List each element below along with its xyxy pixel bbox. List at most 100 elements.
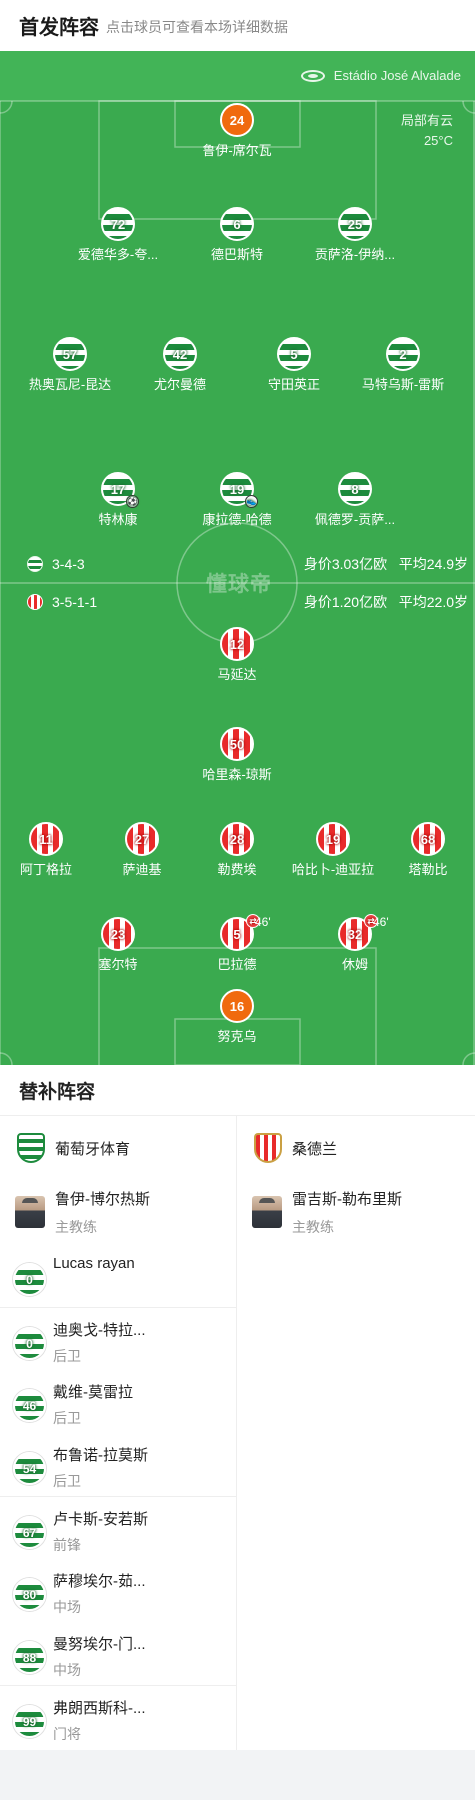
- away-subs-column: 桑德兰 雷吉斯-勒布里斯 主教练: [237, 1116, 474, 1244]
- player-marker[interactable]: 2 马特乌斯-雷斯: [348, 337, 458, 393]
- player-name: 守田英正: [267, 377, 320, 392]
- substitution-minute: 46': [255, 915, 271, 929]
- player-marker[interactable]: 16 努克乌: [182, 989, 292, 1045]
- player-name: 尤尔曼德: [153, 377, 206, 392]
- player-marker[interactable]: 25 贡萨洛-伊纳...: [300, 207, 410, 263]
- sub-player-name: 萨穆埃尔-茹...: [53, 1573, 146, 1590]
- shirt-icon: 23: [101, 917, 135, 951]
- shirt-icon: 0: [13, 1327, 46, 1360]
- shirt-number: 68: [420, 831, 436, 847]
- shirt-icon: 32 ⇄: [338, 914, 378, 951]
- coach-avatar: [15, 1196, 45, 1228]
- away-coach-role: 主教练: [292, 1219, 334, 1235]
- sub-player-row[interactable]: 99 弗朗西斯科-... 门将: [0, 1685, 236, 1748]
- away-formation-row: 3-5-1-1 身价1.20亿欧 平均22.0岁: [0, 591, 475, 613]
- shirt-icon: 27: [125, 822, 159, 856]
- player-name: 热奥瓦尼-昆达: [28, 377, 112, 392]
- player-marker[interactable]: 19 👟 康拉德-哈德: [182, 472, 292, 528]
- sub-player-name: 卢卡斯-安若斯: [53, 1511, 148, 1528]
- sub-player-row[interactable]: 54 布鲁诺-拉莫斯 后卫: [0, 1433, 236, 1496]
- player-name: 勒费埃: [217, 862, 257, 877]
- player-marker[interactable]: 8 佩德罗-贡萨...: [300, 472, 410, 528]
- home-team-name: 葡萄牙体育: [55, 1140, 131, 1158]
- player-marker[interactable]: 5 守田英正: [239, 337, 349, 393]
- shirt-icon: 25: [338, 207, 372, 241]
- player-marker[interactable]: 12 马延达: [182, 627, 292, 683]
- stadium-icon: [300, 69, 325, 82]
- sub-player-row[interactable]: 88 曼努埃尔-门... 中场: [0, 1622, 236, 1685]
- shirt-icon: 80: [13, 1578, 46, 1611]
- shirt-number: 2: [399, 346, 407, 362]
- shirt-icon: 19 👟: [220, 472, 258, 508]
- shirt-number: 5: [290, 346, 298, 362]
- assist-boot-icon: 👟: [245, 495, 258, 508]
- shirt-number: 50: [229, 736, 245, 752]
- player-marker[interactable]: 23 塞尔特: [63, 917, 173, 973]
- shirt-icon: 50: [220, 727, 254, 761]
- shirt-icon: 11: [29, 822, 63, 856]
- shirt-number: 72: [110, 216, 126, 232]
- shirt-number: 32: [347, 926, 363, 942]
- shirt-number: 11: [39, 831, 53, 847]
- lineup-title: 首发阵容: [19, 17, 99, 39]
- temperature-text: 25°C: [423, 133, 453, 148]
- shirt-icon: 6: [220, 207, 254, 241]
- sub-player-row[interactable]: 80 萨穆埃尔-茹... 中场: [0, 1559, 236, 1622]
- home-coach-name: 鲁伊-博尔热斯: [55, 1191, 150, 1208]
- sub-player-position: 中场: [53, 1599, 81, 1615]
- player-marker[interactable]: 50 哈里森-琼斯: [182, 727, 292, 783]
- shirt-number: 27: [134, 831, 150, 847]
- home-team-header[interactable]: 葡萄牙体育: [0, 1116, 236, 1180]
- away-formation: 3-5-1-1: [52, 594, 98, 610]
- sub-player-position: 后卫: [53, 1473, 81, 1489]
- home-coach[interactable]: 鲁伊-博尔热斯 主教练: [0, 1180, 236, 1244]
- shirt-icon: 0: [13, 1263, 46, 1296]
- shirt-number: 17: [110, 481, 126, 497]
- sub-player-row[interactable]: 0 迪奥戈-特拉... 后卫: [0, 1307, 236, 1370]
- shirt-icon: 72: [101, 207, 135, 241]
- away-coach[interactable]: 雷吉斯-勒布里斯 主教练: [237, 1180, 474, 1244]
- shirt-number: 12: [229, 636, 245, 652]
- home-formation-row: 3-4-3 身价3.03亿欧 平均24.9岁: [0, 553, 475, 575]
- shirt-icon: 16: [220, 989, 254, 1023]
- player-name: 德巴斯特: [210, 247, 263, 262]
- substitutes-section: 替补阵容 葡萄牙体育 鲁伊-博尔热斯 主教练 0 Lucas rayan 0 迪奥戈-…: [0, 1065, 475, 1750]
- sub-player-row[interactable]: 0 Lucas rayan: [0, 1244, 236, 1307]
- weather-text: 局部有云: [400, 113, 453, 128]
- away-team-name: 桑德兰: [292, 1140, 338, 1158]
- sub-player-row[interactable]: 67 卢卡斯-安若斯 前锋: [0, 1496, 236, 1559]
- shirt-number: 19: [325, 831, 341, 847]
- shirt-icon: 67: [13, 1516, 46, 1549]
- shirt-number: 80: [22, 1587, 37, 1602]
- player-marker[interactable]: 32 ⇄ 46' 休姆: [300, 914, 410, 973]
- player-marker[interactable]: 6 德巴斯特: [182, 207, 292, 263]
- player-name: 塔勒比: [408, 862, 448, 877]
- away-team-header[interactable]: 桑德兰: [237, 1116, 474, 1180]
- player-marker[interactable]: 28 勒费埃: [182, 822, 292, 878]
- shirt-icon: 88: [13, 1641, 46, 1674]
- sub-player-row[interactable]: 46 戴维-莫雷拉 后卫: [0, 1370, 236, 1433]
- player-marker[interactable]: 27 萨迪基: [87, 822, 197, 878]
- sub-player-name: 戴维-莫雷拉: [53, 1384, 133, 1401]
- player-marker[interactable]: 42 尤尔曼德: [125, 337, 235, 393]
- player-name: 马延达: [217, 667, 257, 682]
- player-marker[interactable]: 19 哈比卜-迪亚拉: [278, 822, 388, 878]
- sub-player-position: 后卫: [53, 1410, 81, 1426]
- sub-player-position: 后卫: [53, 1348, 81, 1364]
- player-marker[interactable]: 57 热奥瓦尼-昆达: [15, 337, 125, 393]
- subs-title: 替补阵容: [0, 1065, 475, 1116]
- shirt-icon: 54: [13, 1452, 46, 1485]
- shirt-number: 25: [347, 216, 363, 232]
- sub-player-position: 中场: [53, 1662, 81, 1678]
- stadium-name: Estádio José Alvalade: [333, 68, 461, 83]
- player-marker[interactable]: 24 鲁伊-席尔瓦: [182, 103, 292, 159]
- player-marker[interactable]: 11 阿丁格拉: [0, 822, 101, 878]
- player-marker[interactable]: 5 ⇄ 46' 巴拉德: [182, 914, 292, 973]
- weather-info: 局部有云 25°C: [401, 111, 453, 151]
- player-marker[interactable]: 17 ⚽ 特林康: [63, 472, 173, 528]
- player-marker[interactable]: 68 塔勒比: [373, 822, 475, 878]
- shirt-number: 57: [62, 346, 78, 362]
- sunderland-crest-icon: [254, 1133, 282, 1163]
- player-marker[interactable]: 72 爱德华多-夸...: [63, 207, 173, 263]
- away-coach-name: 雷吉斯-勒布里斯: [292, 1191, 402, 1208]
